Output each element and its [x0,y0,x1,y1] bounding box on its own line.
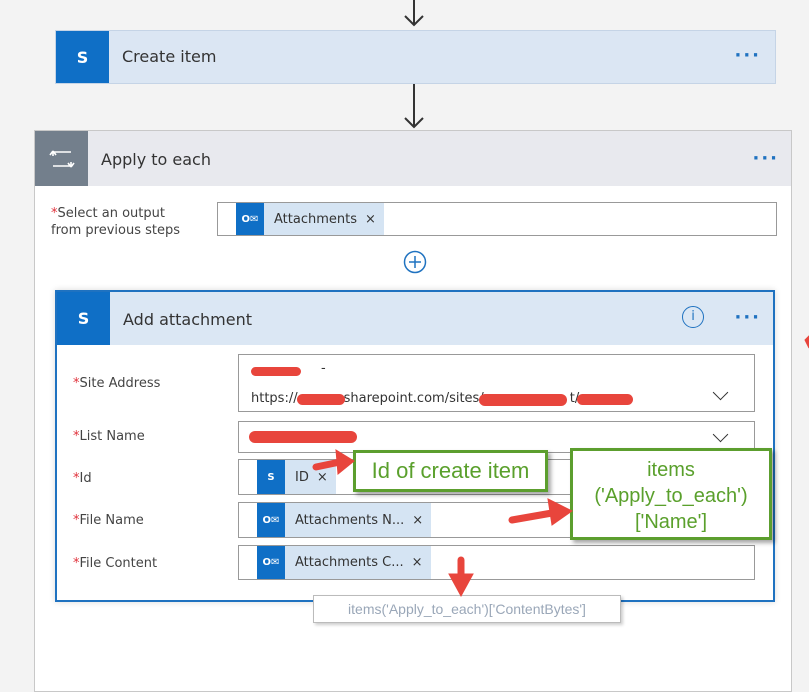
card-title: Apply to each [101,150,211,169]
id-callout: Id of create item [353,450,548,492]
file-content-label: *File Content [73,556,158,571]
name-callout: items ('Apply_to_each') ['Name'] [570,448,772,540]
select-output-label: *Select an output from previous steps [51,206,180,238]
sharepoint-icon: S [257,460,285,494]
outlook-icon: O✉ [257,546,285,579]
remove-token-button[interactable]: × [365,212,384,227]
redaction [297,394,345,405]
add-step-plus-icon[interactable] [403,250,427,274]
more-options-button[interactable]: ··· [734,45,761,66]
card-title: Create item [122,47,217,66]
outlook-icon: O✉ [236,203,264,235]
remove-token-button[interactable]: × [412,513,431,528]
site-address-dropdown[interactable]: - https://sharepoint.com/sites/t/ [238,354,755,412]
select-output-input[interactable]: O✉ Attachments × [217,202,777,236]
remove-token-button[interactable]: × [412,555,431,570]
add-attachment-header[interactable]: S Add attachment i ··· [57,292,773,345]
sharepoint-icon: S [57,292,110,345]
more-options-button[interactable]: ··· [752,148,779,169]
file-name-label: *File Name [73,513,144,528]
connector-arrow-icon [404,0,424,27]
id-label: *Id [73,471,92,486]
chevron-down-icon[interactable] [712,384,729,401]
redaction [249,431,357,443]
more-options-button[interactable]: ··· [734,307,761,328]
redaction [479,394,567,406]
attachments-token[interactable]: O✉ Attachments × [236,203,384,235]
redaction [251,367,301,376]
file-content-input[interactable]: O✉ Attachments C... × [238,545,755,580]
apply-to-each-header[interactable]: Apply to each ··· [35,131,791,186]
remove-token-button[interactable]: × [317,470,336,485]
expression-tooltip: items('Apply_to_each')['ContentBytes'] [313,595,621,623]
id-token[interactable]: S ID × [257,460,336,494]
attachments-content-token[interactable]: O✉ Attachments C... × [257,546,431,579]
sharepoint-icon: S [56,31,109,83]
attachments-name-token[interactable]: O✉ Attachments N... × [257,503,432,537]
card-title: Add attachment [123,310,252,329]
connector-arrow-icon [404,84,424,129]
outlook-icon: O✉ [257,503,285,537]
redaction [577,394,633,405]
info-icon[interactable]: i [682,306,704,328]
list-name-label: *List Name [73,429,145,444]
loop-icon [35,131,88,186]
create-item-card[interactable]: S Create item ··· [55,30,776,84]
chevron-down-icon[interactable] [712,426,729,443]
site-address-label: *Site Address [73,376,161,391]
